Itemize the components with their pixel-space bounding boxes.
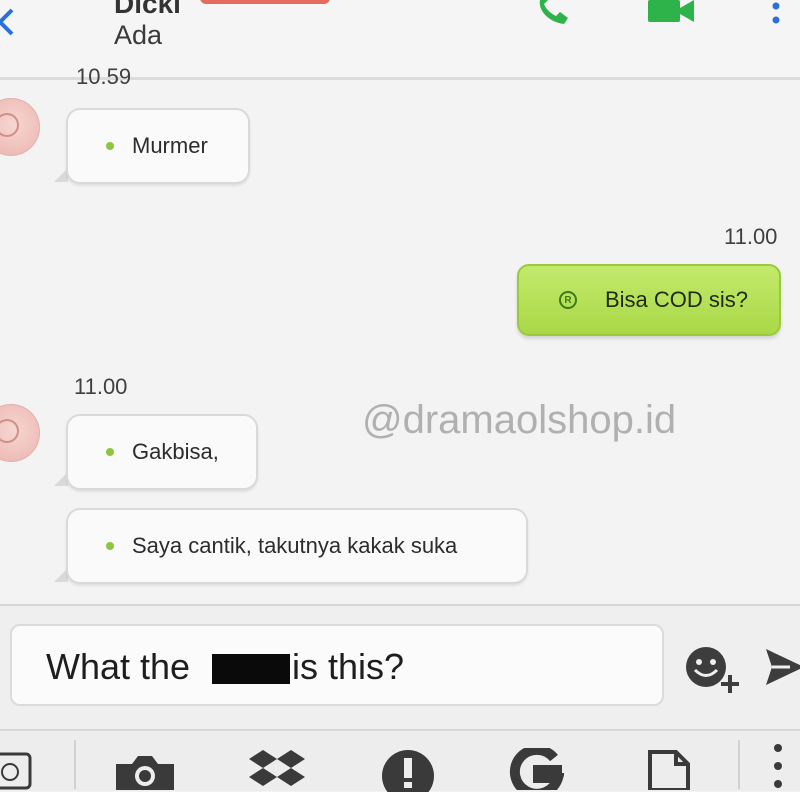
message-text: Saya cantik, takutnya kakak suka (132, 533, 458, 558)
read-receipt-icon: R (559, 291, 577, 309)
contact-status: Ada (114, 20, 163, 50)
video-call-icon[interactable] (648, 0, 696, 24)
message-timestamp: 11.00 (724, 224, 778, 249)
incoming-message-bubble[interactable]: Saya cantik, takutnya kakak suka (66, 508, 528, 584)
contact-avatar[interactable] (0, 404, 40, 462)
message-text: Murmer (132, 133, 208, 158)
back-arrow-icon[interactable] (0, 6, 16, 36)
emoji-add-icon[interactable] (684, 645, 742, 695)
contact-name[interactable]: Dicki (114, 0, 181, 20)
incoming-message-bubble[interactable]: Gakbisa, (66, 414, 258, 490)
more-options-icon[interactable] (770, 740, 786, 789)
document-icon[interactable] (646, 750, 692, 790)
message-dot (106, 448, 114, 456)
message-text: Bisa COD sis? (605, 287, 749, 312)
outgoing-message-bubble[interactable]: R Bisa COD sis? (517, 264, 781, 336)
contact-name-redaction (200, 0, 330, 4)
watermark: @dramaolshop.id (362, 398, 677, 442)
more-options-icon[interactable] (768, 0, 784, 30)
phone-call-icon[interactable] (534, 0, 574, 28)
send-icon[interactable] (764, 645, 800, 689)
message-timestamp: 11.00 (74, 374, 128, 399)
message-input-text: What the (46, 646, 201, 687)
history-icon[interactable] (0, 752, 34, 792)
message-text: Gakbisa, (132, 439, 219, 464)
incoming-message-bubble[interactable]: Murmer (66, 108, 250, 184)
redaction-bar (212, 654, 290, 684)
message-dot (106, 542, 114, 550)
alert-icon[interactable] (380, 748, 436, 792)
contact-avatar[interactable] (0, 98, 40, 156)
dropbox-icon[interactable] (248, 748, 306, 788)
message-input-text-end: is this? (292, 646, 405, 687)
message-dot (106, 142, 114, 150)
google-drive-icon[interactable] (508, 748, 564, 790)
camera-icon[interactable] (112, 754, 178, 790)
message-timestamp: 10.59 (76, 64, 132, 89)
